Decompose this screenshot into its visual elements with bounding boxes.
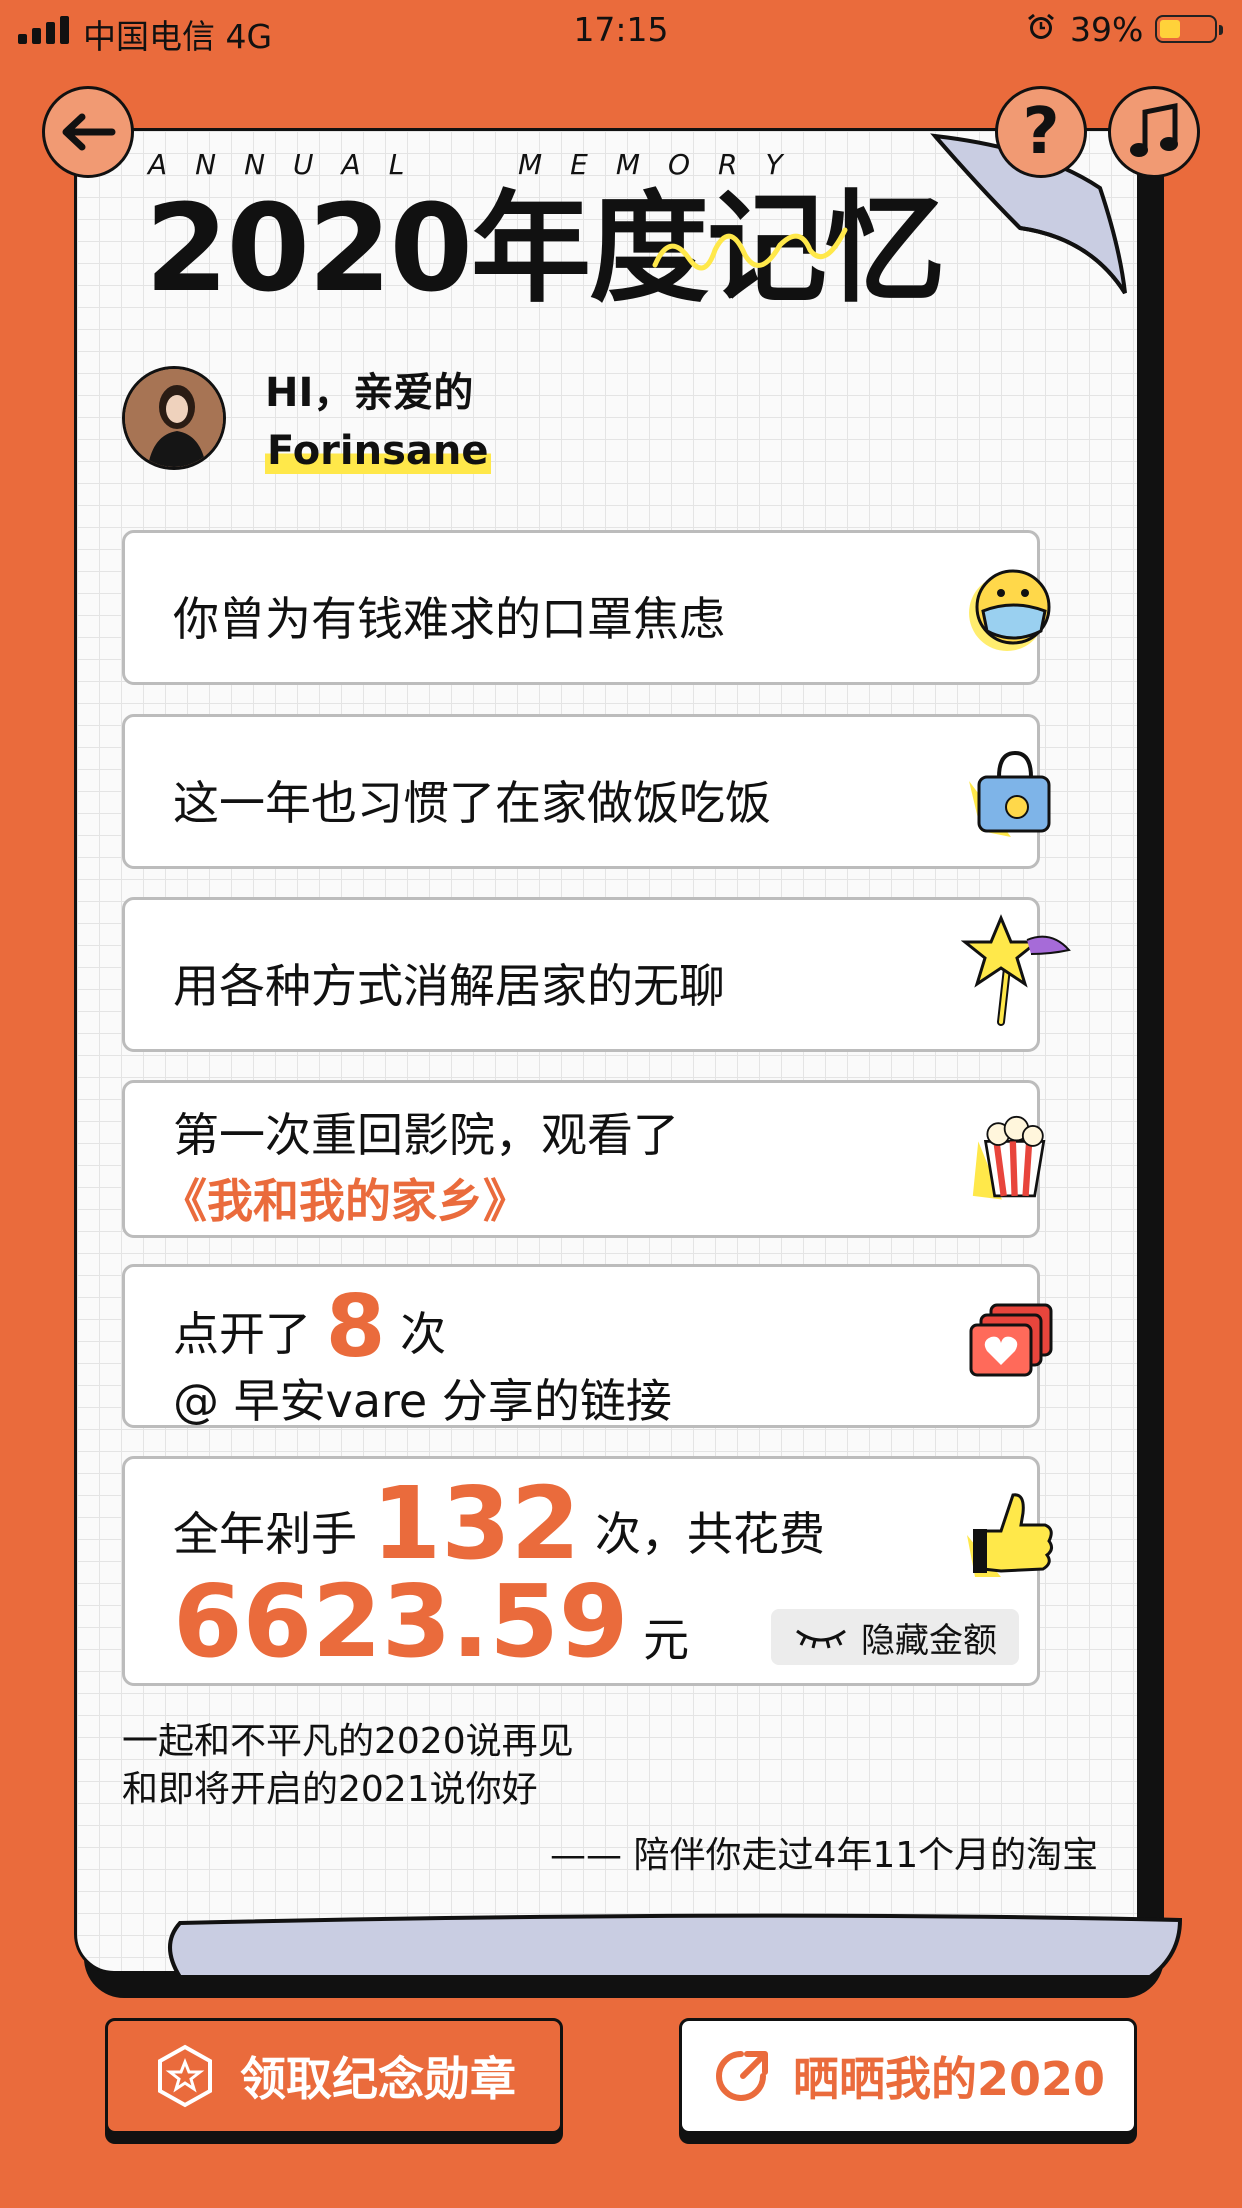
click-count: 8 (325, 1277, 386, 1377)
mask-face-icon (969, 569, 1051, 651)
memory-card-boredom: 用各种方式消解居家的无聊 (122, 897, 1071, 1052)
thumbs-up-icon (967, 1493, 1054, 1577)
claim-medal-label: 领取纪念勋章 (240, 2052, 516, 2106)
spending-amount: 6623.59 (173, 1563, 629, 1680)
shopping-suffix: 次，共花费 (595, 1507, 825, 1561)
currency-unit: 元 (643, 1613, 690, 1667)
memory-card-mask: 你曾为有钱难求的口罩焦虑 (122, 530, 1051, 685)
username: Forinsane (265, 428, 491, 474)
popcorn-icon (972, 1115, 1046, 1200)
heart-message-icon (969, 1303, 1053, 1377)
card-text: 用各种方式消解居家的无聊 (173, 959, 725, 1013)
battery-icon (1155, 15, 1223, 43)
music-note-icon (1130, 102, 1178, 157)
annual-label: ANNUAL (148, 148, 433, 181)
hide-amount-button[interactable]: 隐藏金额 (771, 1609, 1019, 1665)
share-label: 晒晒我的2020 (792, 2052, 1106, 2106)
page-curl-bottom (168, 1913, 1183, 1979)
closing-line-2: 和即将开启的2021说你好 (122, 1769, 538, 1810)
closing-line-1: 一起和不平凡的2020说再见 (122, 1721, 574, 1762)
back-button[interactable] (42, 86, 134, 178)
battery-percent: 39% (1070, 10, 1144, 49)
closed-eye-icon (796, 1629, 846, 1649)
memory-card-cooking: 这一年也习惯了在家做饭吃饭 (122, 714, 1051, 869)
arrow-left-icon (62, 113, 116, 151)
signoff: —— 陪伴你走过4年11个月的淘宝 (550, 1835, 1099, 1876)
magic-wand-star-icon (961, 914, 1071, 1026)
memory-card-cinema: 第一次重回影院，观看了 《我和我的家乡》 (122, 1080, 1046, 1238)
shopping-prefix: 全年剁手 (173, 1507, 357, 1561)
medal-star-icon (158, 2044, 212, 2108)
share-button[interactable]: 晒晒我的2020 (679, 2018, 1137, 2134)
shared-link-line: @ 早安vare 分享的链接 (173, 1374, 672, 1428)
hide-amount-label: 隐藏金额 (861, 1620, 997, 1661)
card-text: 这一年也习惯了在家做饭吃饭 (173, 776, 771, 830)
memory-label: MEMORY (518, 148, 811, 181)
card-text: 第一次重回影院，观看了 (173, 1108, 679, 1162)
spending-amount-line: 6623.59 元 (173, 1563, 689, 1680)
help-button[interactable]: ? (995, 86, 1087, 178)
share-icon (715, 2051, 768, 2101)
click-count-line: 点开了 8 次 (173, 1277, 446, 1377)
card-text: 你曾为有钱难求的口罩焦虑 (173, 592, 725, 646)
claim-medal-button[interactable]: 领取纪念勋章 (105, 2018, 563, 2134)
avatar (122, 366, 226, 470)
squiggle-decoration (652, 227, 848, 271)
click-suffix: 次 (400, 1307, 447, 1361)
greeting-text: HI，亲爱的 (265, 370, 474, 416)
music-button[interactable] (1108, 86, 1200, 178)
help-icon: ? (1022, 95, 1060, 169)
memory-card-shopping: 全年剁手 132 次，共花费 6623.59 元 隐藏金额 (122, 1456, 1054, 1686)
movie-title: 《我和我的家乡》 (161, 1174, 529, 1228)
status-bar: 中国电信 4G 17:15 39% (0, 0, 1242, 60)
alarm-icon (1028, 13, 1054, 39)
memory-card-links: 点开了 8 次 @ 早安vare 分享的链接 (122, 1264, 1053, 1428)
click-prefix: 点开了 (173, 1307, 311, 1361)
lunch-bag-icon (969, 750, 1051, 837)
